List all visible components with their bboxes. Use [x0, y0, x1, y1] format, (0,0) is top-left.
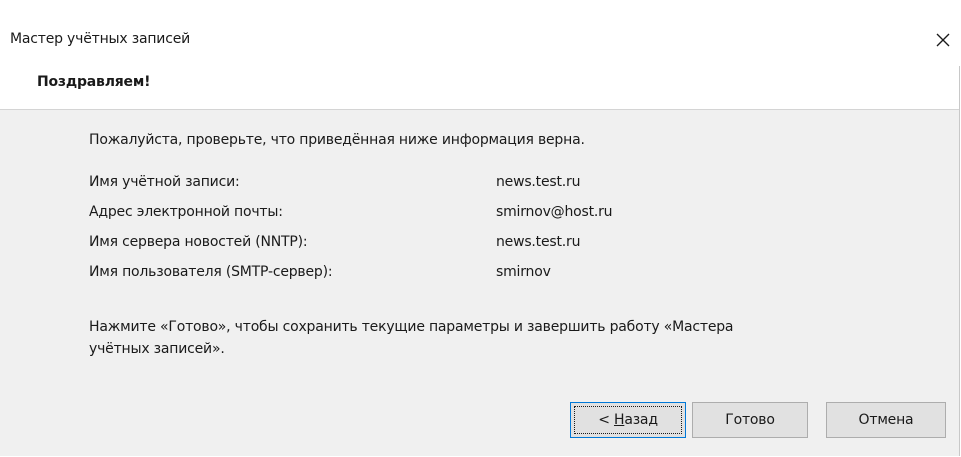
info-row-email: Адрес электронной почты: smirnov@host.ru — [89, 204, 889, 226]
wizard-body: Пожалуйста, проверьте, что приведённая н… — [0, 110, 959, 456]
window-title: Мастер учётных записей — [10, 31, 191, 47]
finish-note-line-1: Нажмите «Готово», чтобы сохранить текущи… — [89, 319, 734, 335]
close-button[interactable] — [928, 25, 958, 55]
finish-note: Нажмите «Готово», чтобы сохранить текущи… — [89, 316, 869, 360]
email-label: Адрес электронной почты: — [89, 204, 283, 220]
nntp-server-label: Имя сервера новостей (NNTP): — [89, 234, 308, 250]
finish-button[interactable]: Готово — [692, 402, 808, 438]
back-prefix: < — [598, 412, 614, 428]
info-row-nntp-server: Имя сервера новостей (NNTP): news.test.r… — [89, 234, 889, 256]
info-row-username: Имя пользователя (SMTP-сервер): smirnov — [89, 264, 889, 286]
title-bar[interactable]: Мастер учётных записей — [0, 0, 960, 66]
nntp-server-value: news.test.ru — [496, 234, 581, 250]
back-mnemonic: Н — [613, 412, 625, 428]
info-row-account-name: Имя учётной записи: news.test.ru — [89, 174, 889, 196]
close-icon — [936, 33, 950, 47]
username-value: smirnov — [496, 264, 551, 280]
wizard-header: Поздравляем! — [0, 66, 959, 110]
cancel-button-label: Отмена — [858, 412, 914, 428]
account-wizard-dialog: Мастер учётных записей Поздравляем! Пожа… — [0, 0, 960, 456]
account-name-value: news.test.ru — [496, 174, 581, 190]
cancel-button[interactable]: Отмена — [826, 402, 946, 438]
page-heading: Поздравляем! — [37, 74, 151, 90]
account-name-label: Имя учётной записи: — [89, 174, 240, 190]
intro-text: Пожалуйста, проверьте, что приведённая н… — [89, 132, 585, 148]
email-value: smirnov@host.ru — [496, 204, 613, 220]
back-button[interactable]: < Назад — [570, 402, 686, 438]
back-rest: азад — [624, 412, 658, 428]
finish-button-label: Готово — [725, 412, 775, 428]
finish-note-line-2: учётных записей». — [89, 341, 225, 357]
username-label: Имя пользователя (SMTP-сервер): — [89, 264, 333, 280]
back-button-label: < Назад — [598, 412, 658, 428]
